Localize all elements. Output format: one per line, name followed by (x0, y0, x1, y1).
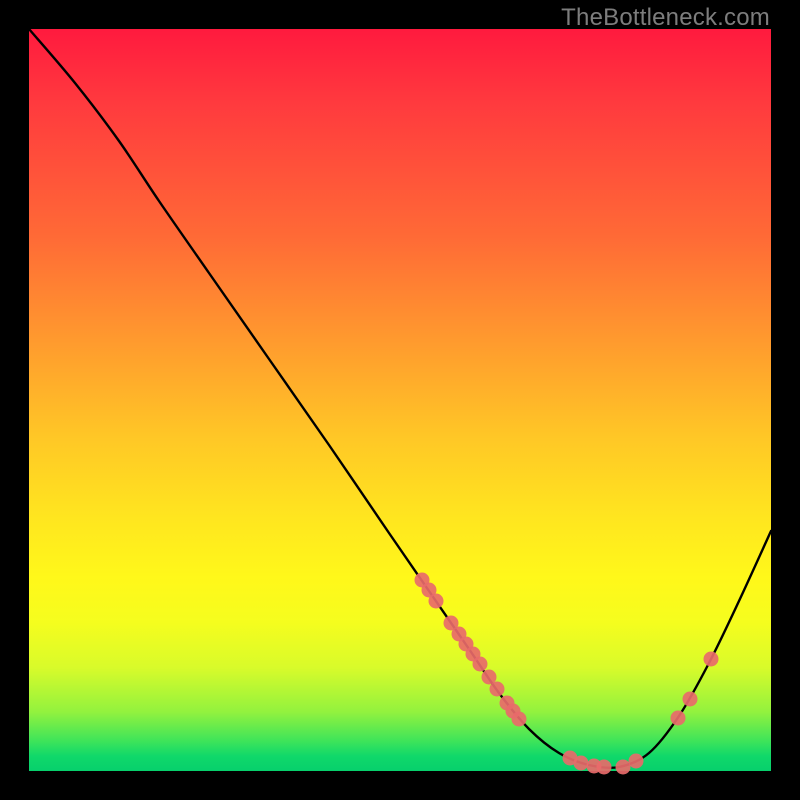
data-marker (490, 682, 505, 697)
data-marker (704, 652, 719, 667)
bottleneck-curve (29, 29, 771, 768)
data-marker (629, 754, 644, 769)
data-marker (597, 760, 612, 775)
chart-svg (29, 29, 771, 771)
data-marker (616, 760, 631, 775)
data-marker (473, 657, 488, 672)
data-marker (512, 712, 527, 727)
chart-stage: TheBottleneck.com (0, 0, 800, 800)
plot-area (29, 29, 771, 771)
data-marker (574, 756, 589, 771)
data-marker (683, 692, 698, 707)
data-marker (671, 711, 686, 726)
data-markers (415, 573, 719, 775)
data-marker (429, 594, 444, 609)
watermark-text: TheBottleneck.com (561, 4, 770, 32)
